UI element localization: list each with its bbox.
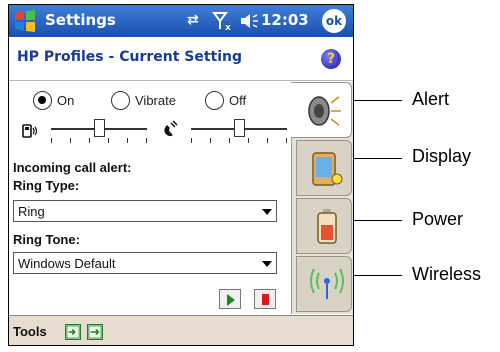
- volume-icon[interactable]: [239, 13, 259, 29]
- incoming-call-label: Incoming call alert:: [13, 160, 132, 175]
- help-icon[interactable]: ?: [321, 49, 341, 69]
- ring-tone-dropdown[interactable]: Windows Default: [13, 252, 277, 274]
- profile-tabs: [291, 82, 353, 314]
- callout-alert: Alert: [412, 89, 450, 109]
- volume-sliders: [9, 116, 291, 150]
- callout-line-alert: [354, 100, 402, 101]
- radio-vibrate-label: Vibrate: [135, 92, 176, 108]
- ring-tone-label: Ring Tone:: [13, 232, 80, 247]
- chevron-down-icon[interactable]: [262, 261, 272, 267]
- copy-profile-icon[interactable]: [65, 324, 81, 340]
- svg-text:x: x: [225, 23, 231, 31]
- tab-power[interactable]: [296, 198, 352, 254]
- callout-line-display: [354, 158, 402, 159]
- command-bar: Tools: [9, 315, 353, 345]
- ring-mode-group: On Vibrate Off: [9, 86, 291, 114]
- radio-vibrate[interactable]: Vibrate: [111, 90, 176, 110]
- radio-off-label: Off: [229, 92, 247, 108]
- tab-alert[interactable]: [291, 82, 352, 138]
- ring-type-value: Ring: [18, 204, 45, 219]
- tools-menu[interactable]: Tools: [13, 324, 47, 339]
- ok-button[interactable]: ok: [322, 9, 346, 33]
- sync-icon[interactable]: ⇄: [187, 12, 207, 30]
- import-profile-icon[interactable]: [87, 324, 103, 340]
- callout-line-wireless: [354, 275, 402, 276]
- radio-on-label: On: [57, 92, 75, 108]
- signal-off-icon[interactable]: x: [212, 11, 234, 31]
- chevron-down-icon[interactable]: [262, 209, 272, 215]
- tab-wireless[interactable]: [296, 256, 352, 312]
- handset-icon: [164, 120, 178, 137]
- radio-vibrate-indicator[interactable]: [111, 90, 130, 110]
- handset-slider-thumb[interactable]: [233, 119, 245, 137]
- speaker-icon: [308, 96, 341, 126]
- ringer-volume-icon: [22, 124, 38, 138]
- radio-on[interactable]: On: [33, 90, 74, 110]
- radio-off[interactable]: Off: [205, 90, 246, 110]
- callout-wireless: Wireless: [412, 264, 482, 284]
- clock[interactable]: 12:03: [261, 11, 309, 29]
- wireless-icon: [310, 268, 344, 299]
- handset-slider-ticks: [191, 138, 287, 144]
- title-bar: Settings ⇄ x 12:03 ok: [9, 5, 353, 37]
- display-icon: [312, 152, 343, 186]
- radio-on-indicator[interactable]: [33, 90, 52, 110]
- stop-button[interactable]: [254, 289, 276, 309]
- ring-type-label: Ring Type:: [13, 178, 80, 193]
- radio-off-indicator[interactable]: [205, 90, 224, 110]
- ring-tone-value: Windows Default: [18, 256, 116, 271]
- app-title: Settings: [45, 11, 116, 29]
- windows-start-icon[interactable]: [12, 8, 38, 34]
- page-title: HP Profiles - Current Setting: [17, 49, 243, 65]
- play-button[interactable]: [219, 289, 241, 309]
- battery-icon: [317, 209, 337, 244]
- ringer-slider-ticks: [51, 138, 147, 144]
- callout-display: Display: [412, 146, 472, 166]
- callout-power: Power: [412, 209, 464, 229]
- ring-type-dropdown[interactable]: Ring: [13, 200, 277, 222]
- tab-display[interactable]: [296, 140, 352, 196]
- device-screen: Settings ⇄ x 12:03 ok HP Profiles - Curr…: [8, 4, 354, 346]
- ringer-slider-thumb[interactable]: [93, 119, 105, 137]
- page-header: HP Profiles - Current Setting ?: [9, 37, 353, 81]
- callout-line-power: [354, 220, 402, 221]
